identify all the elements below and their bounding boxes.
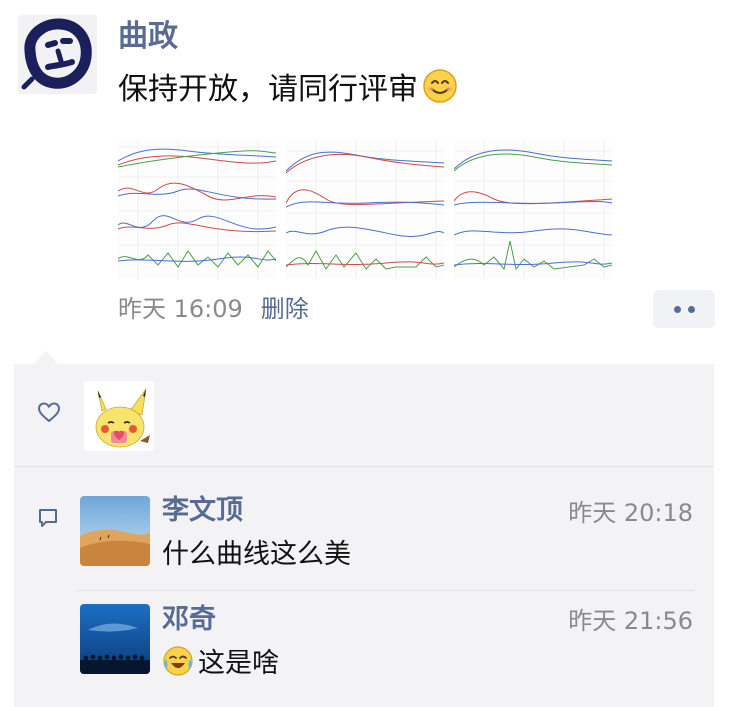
heart-icon: [36, 400, 62, 428]
dot-icon: [674, 306, 681, 313]
commenter-name[interactable]: 李文顶: [162, 493, 243, 529]
commenter-avatar[interactable]: [80, 496, 150, 566]
post-time: 昨天 16:09: [118, 295, 243, 323]
comment-text: 什么曲线这么美: [162, 539, 351, 570]
post-image-1[interactable]: [118, 141, 276, 279]
post-image-2[interactable]: [286, 141, 444, 279]
post-text: 保持开放，请同行评审: [118, 68, 458, 117]
author-name[interactable]: 曲政: [118, 16, 178, 58]
post-meta: 昨天 16:09 删除: [118, 291, 309, 327]
comment-text-content: 这是啥: [198, 648, 279, 679]
comment-text: 这是啥: [162, 644, 279, 689]
comment-time: 昨天 21:56: [568, 607, 693, 635]
comment-divider: [76, 590, 694, 591]
dot-icon: [688, 306, 695, 313]
comment-icon: [36, 506, 60, 534]
author-avatar[interactable]: [18, 15, 97, 94]
post-image-3[interactable]: [454, 141, 612, 279]
post-text-content: 保持开放，请同行评审: [118, 72, 418, 107]
comment-time: 昨天 20:18: [568, 499, 693, 527]
commenter-name[interactable]: 邓奇: [162, 602, 216, 638]
panel-divider: [14, 466, 714, 467]
more-actions-button[interactable]: [653, 290, 715, 328]
commenter-avatar[interactable]: [80, 604, 150, 674]
panel-pointer: [33, 351, 59, 365]
smile-emoji-icon: [422, 68, 458, 117]
delete-link[interactable]: 删除: [261, 295, 309, 323]
crying-laughing-emoji-icon: [162, 645, 194, 689]
like-avatar[interactable]: [84, 381, 154, 451]
